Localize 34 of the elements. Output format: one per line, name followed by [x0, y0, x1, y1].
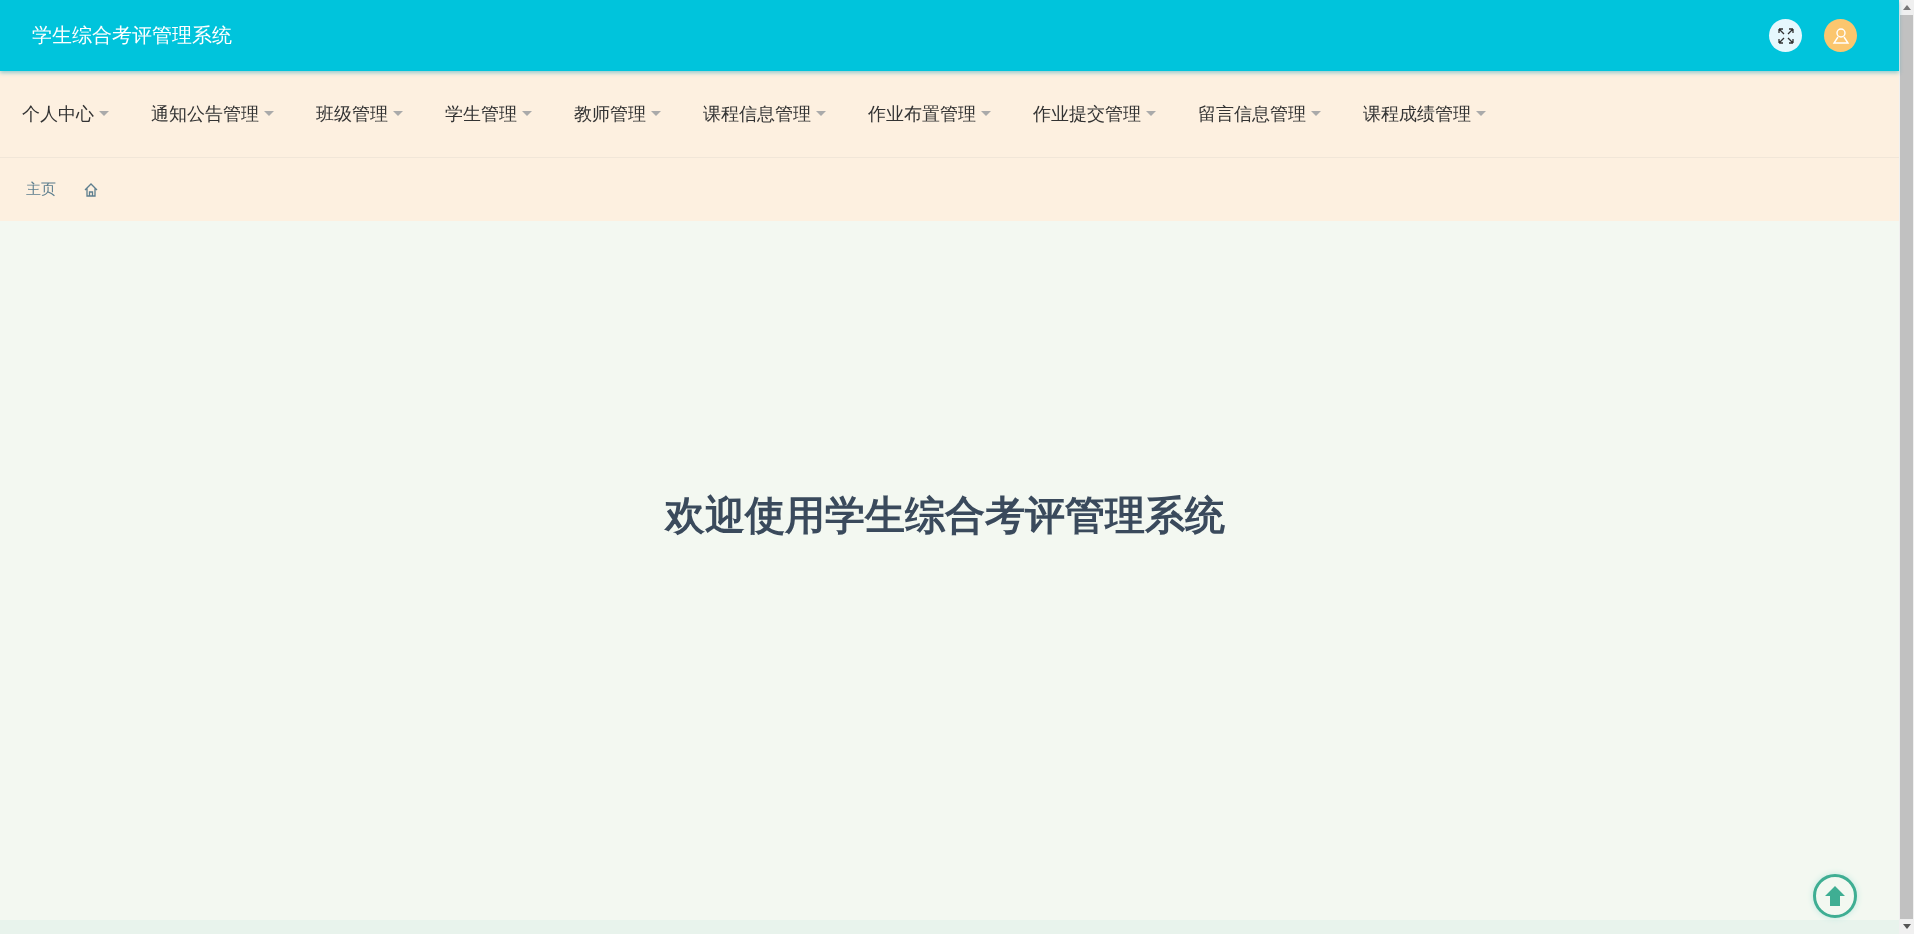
menu-item[interactable]: 课程成绩管理	[1363, 102, 1486, 126]
menu-item[interactable]: 课程信息管理	[703, 102, 826, 126]
menu-item[interactable]: 留言信息管理	[1198, 102, 1321, 126]
breadcrumb-link[interactable]: 主页	[26, 180, 56, 199]
menu-item[interactable]: 班级管理	[316, 102, 403, 126]
menu-item[interactable]: 学生管理	[445, 102, 532, 126]
welcome-heading: 欢迎使用学生综合考评管理系统	[664, 491, 1225, 540]
caret-icon	[816, 111, 826, 117]
up-arrow-icon	[1824, 885, 1846, 907]
caret-icon	[522, 111, 532, 117]
caret-icon	[1146, 111, 1156, 117]
menu-item[interactable]: 通知公告管理	[151, 102, 274, 126]
caret-icon	[99, 111, 109, 117]
scrollbar-thumb[interactable]	[1900, 15, 1913, 919]
caret-icon	[264, 111, 274, 117]
app-title: 学生综合考评管理系统	[32, 22, 233, 49]
menu-item[interactable]: 教师管理	[574, 102, 661, 126]
expand-arrows-icon	[1776, 26, 1795, 45]
user-icon	[1831, 26, 1850, 45]
menu-item[interactable]: 作业提交管理	[1033, 102, 1156, 126]
menu-item[interactable]: 作业布置管理	[868, 102, 991, 126]
scroll-up-icon[interactable]	[1902, 5, 1911, 10]
scrollbar[interactable]	[1899, 0, 1914, 934]
caret-icon	[651, 111, 661, 117]
caret-icon	[1311, 111, 1321, 117]
user-avatar-button[interactable]	[1824, 19, 1857, 52]
home-icon[interactable]	[84, 182, 98, 197]
caret-icon	[393, 111, 403, 117]
scroll-down-icon[interactable]	[1902, 924, 1911, 929]
caret-icon	[1476, 111, 1486, 117]
back-to-top-button[interactable]	[1813, 874, 1857, 918]
fullscreen-button[interactable]	[1769, 19, 1802, 52]
caret-icon	[981, 111, 991, 117]
menu-item[interactable]: 个人中心	[22, 102, 109, 126]
